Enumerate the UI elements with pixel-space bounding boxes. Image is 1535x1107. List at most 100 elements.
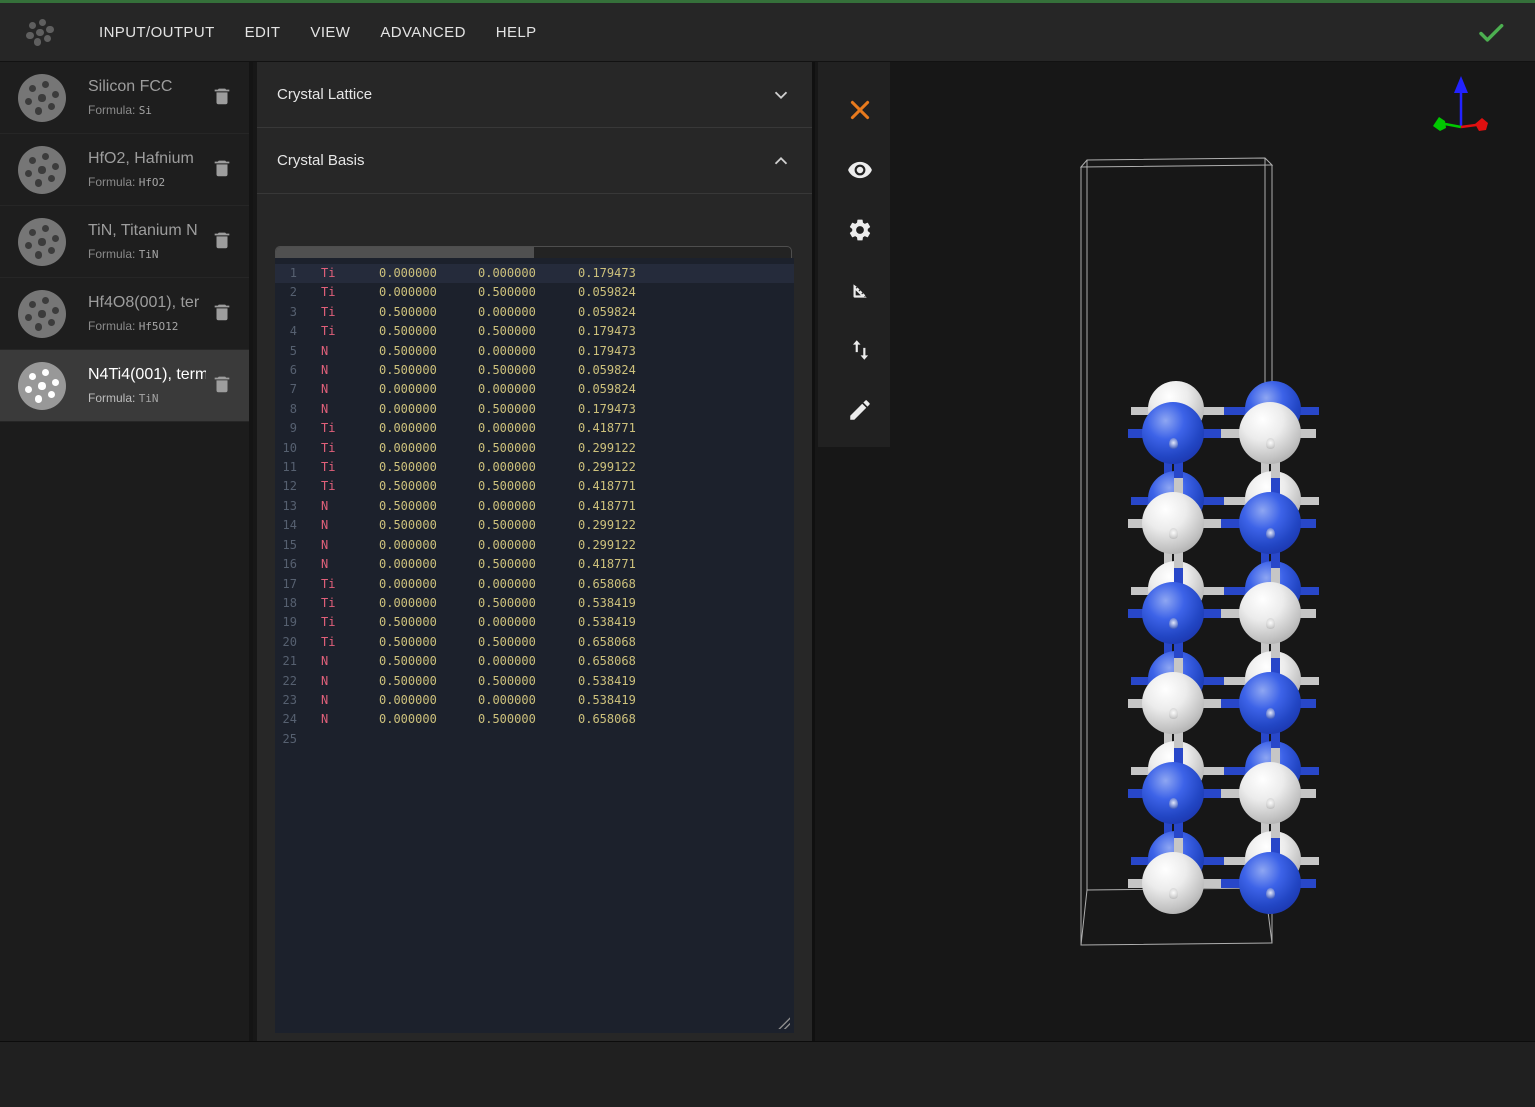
material-avatar-icon <box>18 362 66 410</box>
atom-ti <box>1142 762 1204 824</box>
material-name: N4Ti4(001), term <box>88 366 206 384</box>
formula-value: HfO2 <box>139 176 166 189</box>
basis-line-24: 24N0.0000000.5000000.658068 <box>275 710 794 729</box>
material-item-5[interactable]: N4Ti4(001), term Formula: TiN <box>0 350 249 422</box>
atom-ti <box>1142 402 1204 464</box>
formula-value: Si <box>139 104 152 117</box>
formula-value: Hf5O12 <box>139 320 179 333</box>
basis-line-2: 2Ti0.0000000.5000000.059824 <box>275 283 794 302</box>
editor-resize-handle[interactable] <box>778 1017 790 1029</box>
bottom-bar <box>0 1041 1535 1107</box>
basis-line-6: 6N0.5000000.5000000.059824 <box>275 361 794 380</box>
material-item-2[interactable]: HfO2, Hafnium Formula: HfO2 <box>0 134 249 206</box>
section-title: Crystal Basis <box>277 152 365 169</box>
basis-line-8: 8N0.0000000.5000000.179473 <box>275 400 794 419</box>
app-logo-icon <box>22 14 58 50</box>
menu-item-advanced[interactable]: ADVANCED <box>365 24 480 41</box>
material-formula: Formula: TiN <box>88 247 211 261</box>
atom-n <box>1239 582 1301 644</box>
basis-line-5: 5N0.5000000.0000000.179473 <box>275 342 794 361</box>
atom-n <box>1142 672 1204 734</box>
material-editor-panel: Crystal Lattice Crystal Basis CRYSTAL UN… <box>257 62 815 1041</box>
edit-icon <box>847 397 873 423</box>
basis-line-13: 13N0.5000000.0000000.418771 <box>275 497 794 516</box>
menu-bar-items: INPUT/OUTPUTEDITVIEWADVANCEDHELP <box>84 24 552 41</box>
basis-line-11: 11Ti0.5000000.0000000.299122 <box>275 458 794 477</box>
edit-button[interactable] <box>847 397 873 423</box>
material-avatar-icon <box>18 146 66 194</box>
material-name: Silicon FCC <box>88 78 206 96</box>
atom-n <box>1239 402 1301 464</box>
basis-line-18: 18Ti0.0000000.5000000.538419 <box>275 594 794 613</box>
material-avatar-icon <box>18 74 66 122</box>
menu-item-edit[interactable]: EDIT <box>230 24 296 41</box>
delete-material-button[interactable] <box>211 85 237 111</box>
formula-label: Formula: <box>88 319 135 333</box>
formula-label: Formula: <box>88 103 135 117</box>
basis-line-20: 20Ti0.5000000.5000000.658068 <box>275 633 794 652</box>
close-button[interactable] <box>847 97 873 123</box>
basis-lines: 1Ti0.0000000.0000000.1794732Ti0.0000000.… <box>275 264 794 749</box>
measure-icon <box>847 277 873 303</box>
settings-icon <box>847 217 873 243</box>
material-formula: Formula: Si <box>88 103 211 117</box>
atom-ti <box>1142 582 1204 644</box>
basis-line-7: 7N0.0000000.0000000.059824 <box>275 380 794 399</box>
delete-material-button[interactable] <box>211 301 237 327</box>
confirm-check-button[interactable] <box>1475 17 1507 49</box>
visibility-button[interactable] <box>847 157 873 183</box>
chevron-down-icon <box>770 84 792 106</box>
basis-coordinates-editor[interactable]: 1Ti0.0000000.0000000.1794732Ti0.0000000.… <box>275 258 794 1033</box>
basis-line-21: 21N0.5000000.0000000.658068 <box>275 652 794 671</box>
visibility-icon <box>847 157 873 183</box>
3d-structure-viewer[interactable] <box>818 62 1535 1041</box>
delete-material-button[interactable] <box>211 157 237 183</box>
formula-value: TiN <box>139 392 159 405</box>
check-icon <box>1475 17 1507 49</box>
material-formula: Formula: Hf5O12 <box>88 319 211 333</box>
basis-line-14: 14N0.5000000.5000000.299122 <box>275 516 794 535</box>
basis-line-17: 17Ti0.0000000.0000000.658068 <box>275 575 794 594</box>
atom-ti <box>1239 852 1301 914</box>
material-item-3[interactable]: TiN, Titanium N Formula: TiN <box>0 206 249 278</box>
measure-button[interactable] <box>847 277 873 303</box>
delete-material-button[interactable] <box>211 373 237 399</box>
viewer-toolbar <box>818 62 890 447</box>
formula-label: Formula: <box>88 175 135 189</box>
import-export-button[interactable] <box>847 337 873 363</box>
basis-line-1: 1Ti0.0000000.0000000.179473 <box>275 264 794 283</box>
materials-list-sidebar: Silicon FCC Formula: Si HfO2, Hafnium Formu… <box>0 62 253 1041</box>
atom-ti <box>1239 492 1301 554</box>
material-name: HfO2, Hafnium <box>88 150 206 168</box>
material-formula: Formula: TiN <box>88 391 211 405</box>
section-crystal-lattice[interactable]: Crystal Lattice <box>257 62 812 128</box>
material-avatar-icon <box>18 218 66 266</box>
material-formula: Formula: HfO2 <box>88 175 211 189</box>
atom-n <box>1142 492 1204 554</box>
close-icon <box>847 97 873 123</box>
section-crystal-basis[interactable]: Crystal Basis <box>257 128 812 194</box>
basis-line-23: 23N0.0000000.0000000.538419 <box>275 691 794 710</box>
material-item-1[interactable]: Silicon FCC Formula: Si <box>0 62 249 134</box>
menu-item-view[interactable]: VIEW <box>295 24 365 41</box>
menu-item-help[interactable]: HELP <box>481 24 552 41</box>
basis-line-empty: 25 <box>275 730 794 749</box>
section-title: Crystal Lattice <box>277 86 372 103</box>
import-export-icon <box>847 337 873 363</box>
chevron-up-icon <box>770 150 792 172</box>
formula-label: Formula: <box>88 391 135 405</box>
basis-line-16: 16N0.0000000.5000000.418771 <box>275 555 794 574</box>
material-name: Hf4O8(001), ter <box>88 294 206 312</box>
delete-material-button[interactable] <box>211 229 237 255</box>
basis-line-3: 3Ti0.5000000.0000000.059824 <box>275 303 794 322</box>
basis-line-12: 12Ti0.5000000.5000000.418771 <box>275 477 794 496</box>
materials-designer-app: INPUT/OUTPUTEDITVIEWADVANCEDHELP Silicon… <box>0 0 1535 1107</box>
material-name: TiN, Titanium N <box>88 222 206 240</box>
formula-value: TiN <box>139 248 159 261</box>
material-item-4[interactable]: Hf4O8(001), ter Formula: Hf5O12 <box>0 278 249 350</box>
menu-item-input-output[interactable]: INPUT/OUTPUT <box>84 24 230 41</box>
settings-button[interactable] <box>847 217 873 243</box>
atom-n <box>1142 852 1204 914</box>
formula-label: Formula: <box>88 247 135 261</box>
basis-line-10: 10Ti0.0000000.5000000.299122 <box>275 439 794 458</box>
